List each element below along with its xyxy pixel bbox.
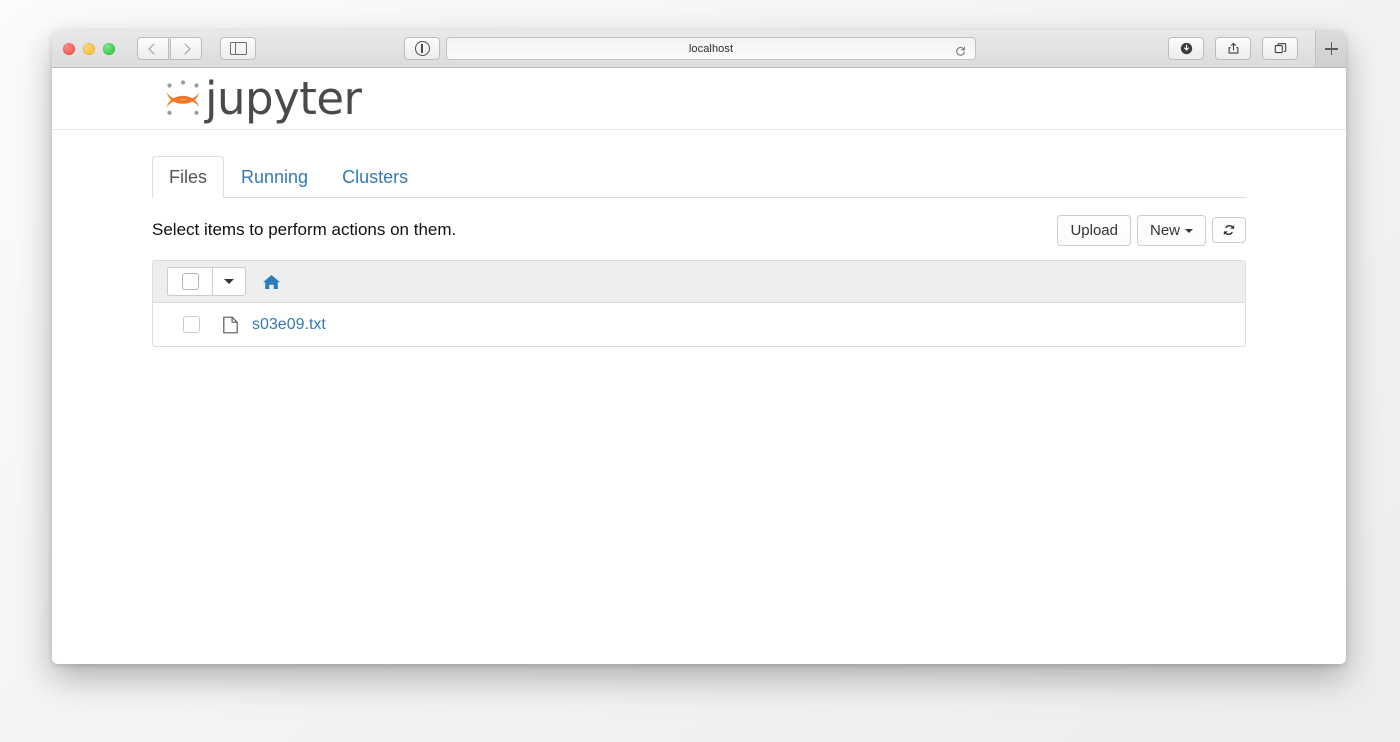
reader-button[interactable] xyxy=(404,37,440,60)
sidebar-icon xyxy=(230,42,247,55)
jupyter-wordmark: jupyter xyxy=(205,76,362,121)
file-list: s03e09.txt xyxy=(152,260,1246,347)
page-content: jupyter Files Running Clusters Select it… xyxy=(52,68,1346,664)
table-row[interactable]: s03e09.txt xyxy=(153,303,1245,346)
selection-dropdown-button[interactable] xyxy=(212,267,246,296)
address-bar[interactable]: localhost xyxy=(446,37,976,60)
navigation-buttons xyxy=(137,37,202,60)
download-icon xyxy=(1180,42,1193,55)
tabs-overview-button[interactable] xyxy=(1262,37,1298,60)
chevron-right-icon xyxy=(179,43,190,54)
refresh-button[interactable] xyxy=(1212,217,1246,243)
select-all-button[interactable] xyxy=(167,267,212,296)
share-button[interactable] xyxy=(1215,37,1251,60)
upload-button-label: Upload xyxy=(1070,222,1118,239)
chevron-left-icon xyxy=(148,43,159,54)
forward-button[interactable] xyxy=(170,37,202,60)
file-list-header xyxy=(153,261,1245,303)
reload-icon[interactable] xyxy=(955,43,966,54)
file-actions: Upload New xyxy=(1057,215,1246,246)
select-all-group xyxy=(167,267,246,296)
minimize-window-button[interactable] xyxy=(83,43,95,55)
window-controls xyxy=(52,43,115,55)
plus-icon xyxy=(1325,42,1338,55)
url-text: localhost xyxy=(689,43,733,55)
chevron-down-icon xyxy=(1185,229,1193,233)
tab-files[interactable]: Files xyxy=(152,156,224,198)
back-button[interactable] xyxy=(137,37,169,60)
toolbar-right-buttons xyxy=(1168,37,1298,60)
tabs-overview-icon xyxy=(1274,42,1287,55)
sidebar-toggle-button[interactable] xyxy=(220,37,256,60)
jupyter-logo[interactable]: jupyter xyxy=(162,76,362,122)
file-row-checkbox[interactable] xyxy=(183,316,200,333)
share-icon xyxy=(1227,42,1240,55)
new-tab-button[interactable] xyxy=(1315,30,1346,67)
refresh-icon xyxy=(1222,223,1236,237)
home-icon[interactable] xyxy=(263,274,280,290)
selection-hint: Select items to perform actions on them. xyxy=(152,220,456,240)
action-row: Select items to perform actions on them.… xyxy=(152,213,1246,247)
jupyter-body: Files Running Clusters Select items to p… xyxy=(52,157,1346,347)
jupyter-header: jupyter xyxy=(52,68,1346,130)
tab-clusters[interactable]: Clusters xyxy=(325,156,425,198)
upload-button[interactable]: Upload xyxy=(1057,215,1131,246)
browser-toolbar: localhost xyxy=(52,30,1346,68)
downloads-button[interactable] xyxy=(1168,37,1204,60)
jupyter-logo-icon xyxy=(162,76,204,122)
chevron-down-icon xyxy=(224,279,234,284)
new-dropdown-label: New xyxy=(1150,222,1180,239)
file-icon xyxy=(223,316,238,334)
select-all-checkbox[interactable] xyxy=(182,273,199,290)
jupyter-tab-strip: Files Running Clusters xyxy=(152,157,1246,198)
zoom-window-button[interactable] xyxy=(103,43,115,55)
tab-running[interactable]: Running xyxy=(224,156,325,198)
info-circle-icon xyxy=(415,41,430,56)
new-dropdown-button[interactable]: New xyxy=(1137,215,1206,246)
file-name-link[interactable]: s03e09.txt xyxy=(252,316,326,334)
browser-window: localhost xyxy=(52,30,1346,664)
close-window-button[interactable] xyxy=(63,43,75,55)
